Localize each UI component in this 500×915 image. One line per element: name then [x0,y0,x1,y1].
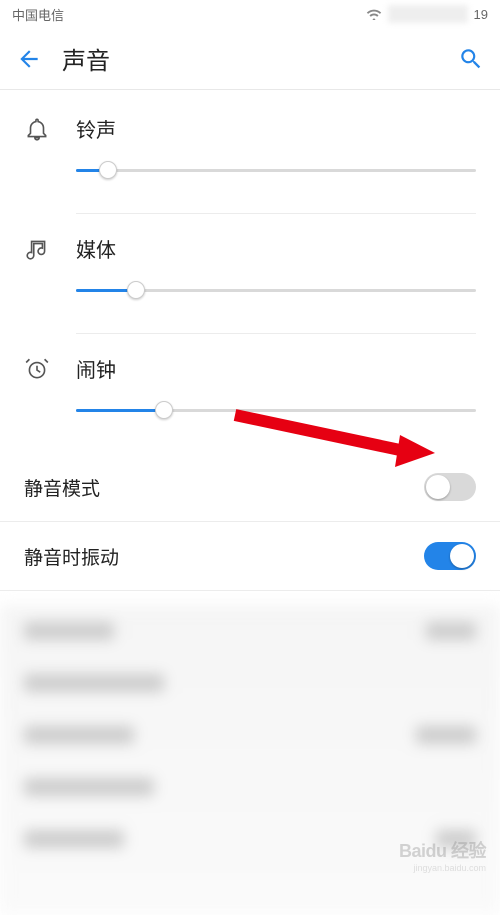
carrier-label: 中国电信 [12,5,64,24]
vibrate-on-silent-label: 静音时振动 [24,543,119,570]
time-fragment: 19 [474,7,488,22]
status-blur [388,5,468,23]
silent-mode-row[interactable]: 静音模式 [0,453,500,522]
wifi-icon [366,8,382,20]
vibrate-on-silent-toggle[interactable] [424,542,476,570]
status-bar: 中国电信 19 [0,0,500,28]
ringtone-label: 铃声 [76,114,476,143]
alarm-label: 闹钟 [76,354,476,383]
status-right: 19 [366,5,488,23]
search-icon[interactable] [458,46,484,72]
page-title: 声音 [62,41,438,76]
media-slider[interactable] [76,281,476,301]
silent-mode-label: 静音模式 [24,474,100,501]
vibrate-on-silent-row[interactable]: 静音时振动 [0,522,500,591]
back-icon[interactable] [16,46,42,72]
content: 铃声 媒体 [0,90,500,915]
watermark: Baidu 经验 jingyan.baidu.com [399,837,486,873]
watermark-url: jingyan.baidu.com [399,863,486,873]
header: 声音 [0,28,500,90]
silent-mode-toggle[interactable] [424,473,476,501]
volume-ringtone-section: 铃声 媒体 [0,90,500,445]
media-label: 媒体 [76,234,476,263]
music-icon [24,236,50,262]
ringtone-slider[interactable] [76,161,476,181]
bell-icon [24,116,50,142]
alarm-icon [24,356,50,382]
watermark-brand: Baidu 经验 [399,837,486,863]
alarm-slider[interactable] [76,401,476,421]
